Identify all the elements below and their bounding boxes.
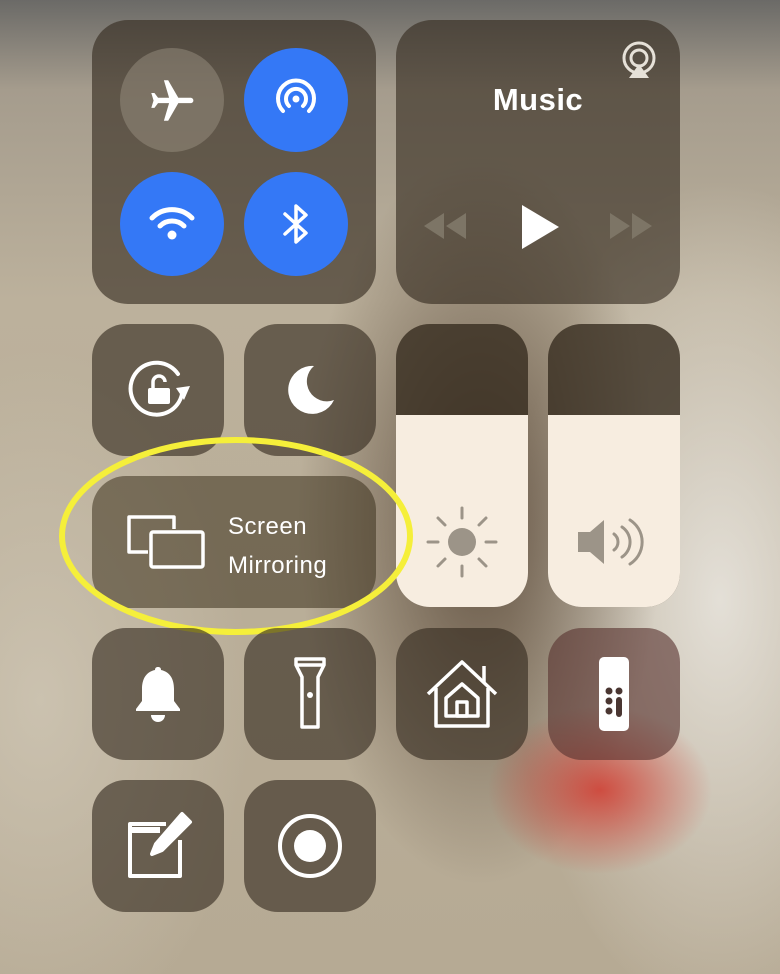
notes-icon — [128, 812, 192, 878]
bell-icon — [136, 667, 180, 722]
airdrop-toggle[interactable] — [244, 48, 348, 152]
screen-record-icon — [278, 814, 342, 878]
apple-tv-remote-icon — [599, 657, 629, 731]
home-button[interactable] — [396, 628, 528, 760]
music-title: Music — [492, 82, 584, 117]
rewind-icon[interactable] — [420, 210, 470, 242]
home-icon — [426, 660, 498, 728]
bluetooth-icon — [283, 204, 308, 244]
airplane-icon — [151, 80, 194, 121]
moon-icon — [288, 365, 334, 414]
orientation-lock-icon — [128, 360, 190, 417]
play-icon[interactable] — [516, 202, 562, 252]
highlight-ellipse — [59, 437, 413, 635]
airplay-icon[interactable] — [618, 40, 660, 80]
volume-slider[interactable] — [548, 324, 680, 607]
speaker-icon — [578, 518, 644, 566]
flashlight-button[interactable] — [244, 628, 376, 760]
fast-forward-icon[interactable] — [606, 210, 656, 242]
bluetooth-toggle[interactable] — [244, 172, 348, 276]
notes-button[interactable] — [92, 780, 224, 912]
airplane-mode-toggle[interactable] — [120, 48, 224, 152]
volume-fill — [548, 414, 680, 607]
wifi-toggle[interactable] — [120, 172, 224, 276]
wifi-icon — [149, 207, 195, 240]
ring-silent-toggle[interactable] — [92, 628, 224, 760]
screen-record-button[interactable] — [244, 780, 376, 912]
flashlight-icon — [294, 657, 326, 729]
airdrop-icon — [276, 78, 316, 113]
sun-icon — [426, 506, 498, 578]
apple-tv-remote-button[interactable] — [548, 628, 680, 760]
